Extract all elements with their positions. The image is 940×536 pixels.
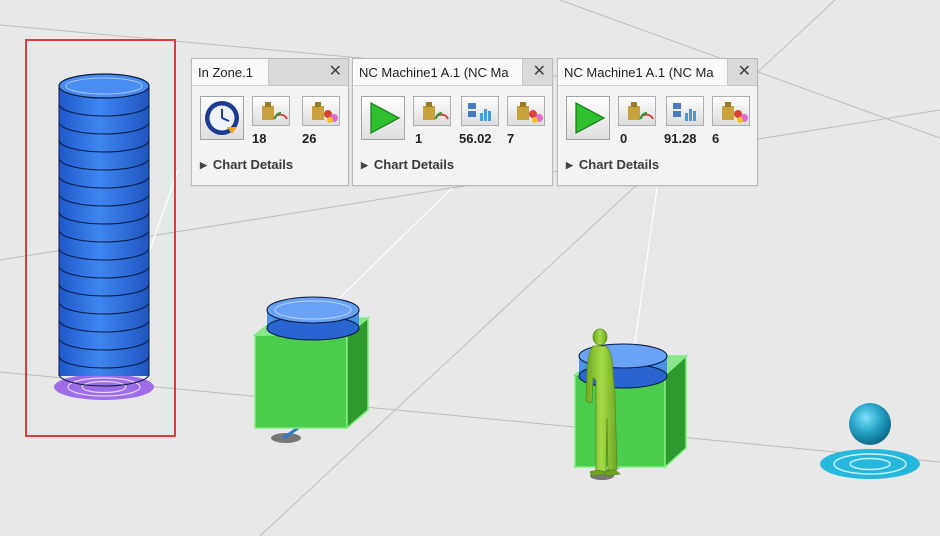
- stats-icon[interactable]: [461, 96, 499, 126]
- value-2: 56.02: [459, 131, 492, 146]
- parts-icon[interactable]: [302, 96, 340, 126]
- chart-details-label: Chart Details: [373, 157, 455, 172]
- nc-machine-1[interactable]: [252, 296, 371, 443]
- clock-icon[interactable]: [200, 96, 244, 140]
- value-1: 0: [620, 131, 628, 146]
- weight-gauge-icon[interactable]: [413, 96, 451, 126]
- panel-connector-lines: [103, 169, 658, 381]
- parts-icon[interactable]: [507, 96, 545, 126]
- panel-title: In Zone.1: [198, 65, 253, 80]
- expand-triangle-icon: ▶: [200, 160, 207, 170]
- stats-icon[interactable]: [666, 96, 704, 126]
- value-3: 6: [712, 131, 720, 146]
- panel-tab[interactable]: NC Machine1 A.1 (NC Ma: [558, 59, 728, 86]
- parts-icon[interactable]: [712, 96, 750, 126]
- value-1: 1: [415, 131, 423, 146]
- panel-title: NC Machine1 A.1 (NC Ma: [359, 65, 509, 80]
- close-icon[interactable]: ✕: [533, 62, 546, 82]
- value-2: 91.28: [664, 131, 697, 146]
- nc-machine-panel-1: NC Machine1 A.1 (NC Ma ✕ 1 56.02 7 ▶ Cha…: [352, 58, 553, 186]
- chart-details-toggle[interactable]: ▶ Chart Details: [361, 157, 454, 172]
- value-1: 18: [252, 131, 267, 146]
- weight-gauge-icon[interactable]: [618, 96, 656, 126]
- expand-triangle-icon: ▶: [566, 160, 573, 170]
- queue-stack[interactable]: [54, 73, 154, 400]
- expand-triangle-icon: ▶: [361, 160, 368, 170]
- panel-tab[interactable]: NC Machine1 A.1 (NC Ma: [353, 59, 523, 86]
- chart-details-label: Chart Details: [212, 157, 294, 172]
- close-icon[interactable]: ✕: [329, 62, 342, 82]
- value-2: 26: [302, 131, 317, 146]
- nc-machine-panel-2: NC Machine1 A.1 (NC Ma ✕ 0 91.28 6 ▶ Cha…: [557, 58, 758, 186]
- close-icon[interactable]: ✕: [738, 62, 751, 82]
- play-icon[interactable]: [361, 96, 405, 140]
- play-icon[interactable]: [566, 96, 610, 140]
- chart-details-toggle[interactable]: ▶ Chart Details: [566, 157, 659, 172]
- chart-details-toggle[interactable]: ▶ Chart Details: [200, 157, 293, 172]
- in-zone-panel: In Zone.1 ✕ 18 26 ▶ Chart Details: [191, 58, 349, 186]
- chart-details-label: Chart Details: [578, 157, 660, 172]
- panel-title: NC Machine1 A.1 (NC Ma: [564, 65, 714, 80]
- weight-gauge-icon[interactable]: [252, 96, 290, 126]
- panel-tab[interactable]: In Zone.1: [192, 59, 269, 86]
- sink-object[interactable]: [820, 403, 920, 479]
- value-3: 7: [507, 131, 515, 146]
